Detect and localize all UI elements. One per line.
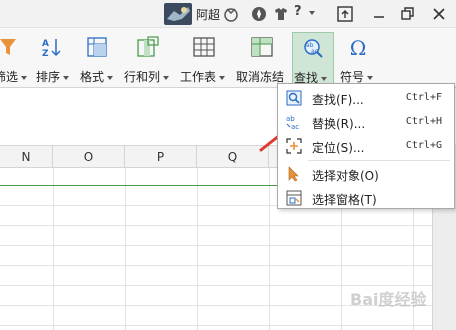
menu-item-goto-shortcut: Ctrl+G	[405, 140, 442, 151]
column-header-o[interactable]: O	[53, 146, 125, 168]
svg-text:ab: ab	[286, 115, 295, 123]
close-icon[interactable]	[430, 5, 448, 23]
find-button[interactable]: ab ac 查找	[292, 32, 334, 85]
format-label: 格式	[80, 70, 105, 84]
find-replace-icon: ab ac	[301, 37, 325, 59]
restore-ribbon-icon[interactable]	[336, 5, 354, 23]
menu-item-replace-shortcut: Ctrl+H	[405, 116, 442, 127]
title-bar: 阿超 ?	[0, 0, 456, 28]
maximize-icon[interactable]	[398, 5, 416, 23]
menu-item-replace-label: 替换(R)...	[312, 117, 366, 131]
watermark: Bai度经验	[350, 290, 427, 309]
menu-item-select-objects[interactable]: 选择对象(O)	[278, 162, 454, 186]
help-dropdown-icon[interactable]	[306, 6, 324, 24]
omega-icon: Ω	[349, 36, 367, 60]
menu-item-find-label: 查找(F)...	[312, 93, 364, 107]
find-dropdown-menu: 查找(F)... Ctrl+F ab ac 替换(R)... Ctrl+H 定位(…	[277, 83, 455, 209]
user-name[interactable]: 阿超	[196, 6, 220, 23]
minimize-icon[interactable]	[370, 5, 388, 23]
menu-item-replace[interactable]: ab ac 替换(R)... Ctrl+H	[278, 110, 454, 134]
column-header-n[interactable]: N	[0, 146, 53, 168]
row-col-button[interactable]: 行和列	[122, 32, 174, 84]
svg-text:A: A	[42, 39, 49, 49]
ribbon: 筛选 AZ 排序 格式 行和列 工作表 取消冻结 ab ac 查找 Ω 符号	[0, 28, 456, 88]
symbol-label: 符号	[340, 70, 365, 84]
goto-icon	[286, 138, 302, 154]
menu-item-select-pane[interactable]: 选择窗格(T)	[278, 186, 454, 210]
shirt-icon[interactable]	[272, 5, 290, 23]
worksheet-button[interactable]: 工作表	[178, 32, 230, 84]
row-col-icon	[136, 36, 160, 58]
menu-item-find[interactable]: 查找(F)... Ctrl+F	[278, 86, 454, 110]
avatar[interactable]	[164, 3, 192, 25]
svg-text:ac: ac	[311, 48, 318, 55]
worksheet-icon	[192, 36, 216, 58]
menu-item-select-objects-label: 选择对象(O)	[312, 169, 379, 183]
replace-icon: ab ac	[286, 114, 302, 131]
filter-label: 筛选	[0, 70, 19, 84]
format-icon	[86, 36, 110, 58]
menu-item-goto[interactable]: 定位(S)... Ctrl+G	[278, 134, 454, 158]
filter-button[interactable]: 筛选	[0, 32, 34, 84]
sort-button[interactable]: AZ 排序	[34, 32, 74, 84]
skin-icon[interactable]	[222, 5, 240, 23]
filter-icon	[0, 36, 24, 58]
menu-item-find-shortcut: Ctrl+F	[405, 92, 442, 103]
unfreeze-button[interactable]: 取消冻结	[234, 32, 288, 84]
worksheet-label: 工作表	[180, 70, 217, 84]
menu-item-select-pane-label: 选择窗格(T)	[312, 193, 377, 207]
compass-icon[interactable]	[250, 5, 268, 23]
svg-text:Z: Z	[42, 49, 49, 58]
sort-icon: AZ	[40, 36, 64, 59]
unfreeze-icon	[250, 36, 274, 58]
menu-separator	[308, 160, 450, 161]
menu-item-goto-label: 定位(S)...	[312, 141, 365, 155]
svg-text:ac: ac	[291, 123, 299, 130]
format-button[interactable]: 格式	[78, 32, 120, 84]
row-col-label: 行和列	[124, 70, 161, 84]
column-header-p[interactable]: P	[125, 146, 197, 168]
cursor-icon	[286, 166, 302, 182]
sort-label: 排序	[36, 70, 61, 84]
symbol-button[interactable]: Ω 符号	[338, 32, 378, 84]
find-icon	[286, 90, 302, 106]
pane-icon	[286, 190, 302, 206]
